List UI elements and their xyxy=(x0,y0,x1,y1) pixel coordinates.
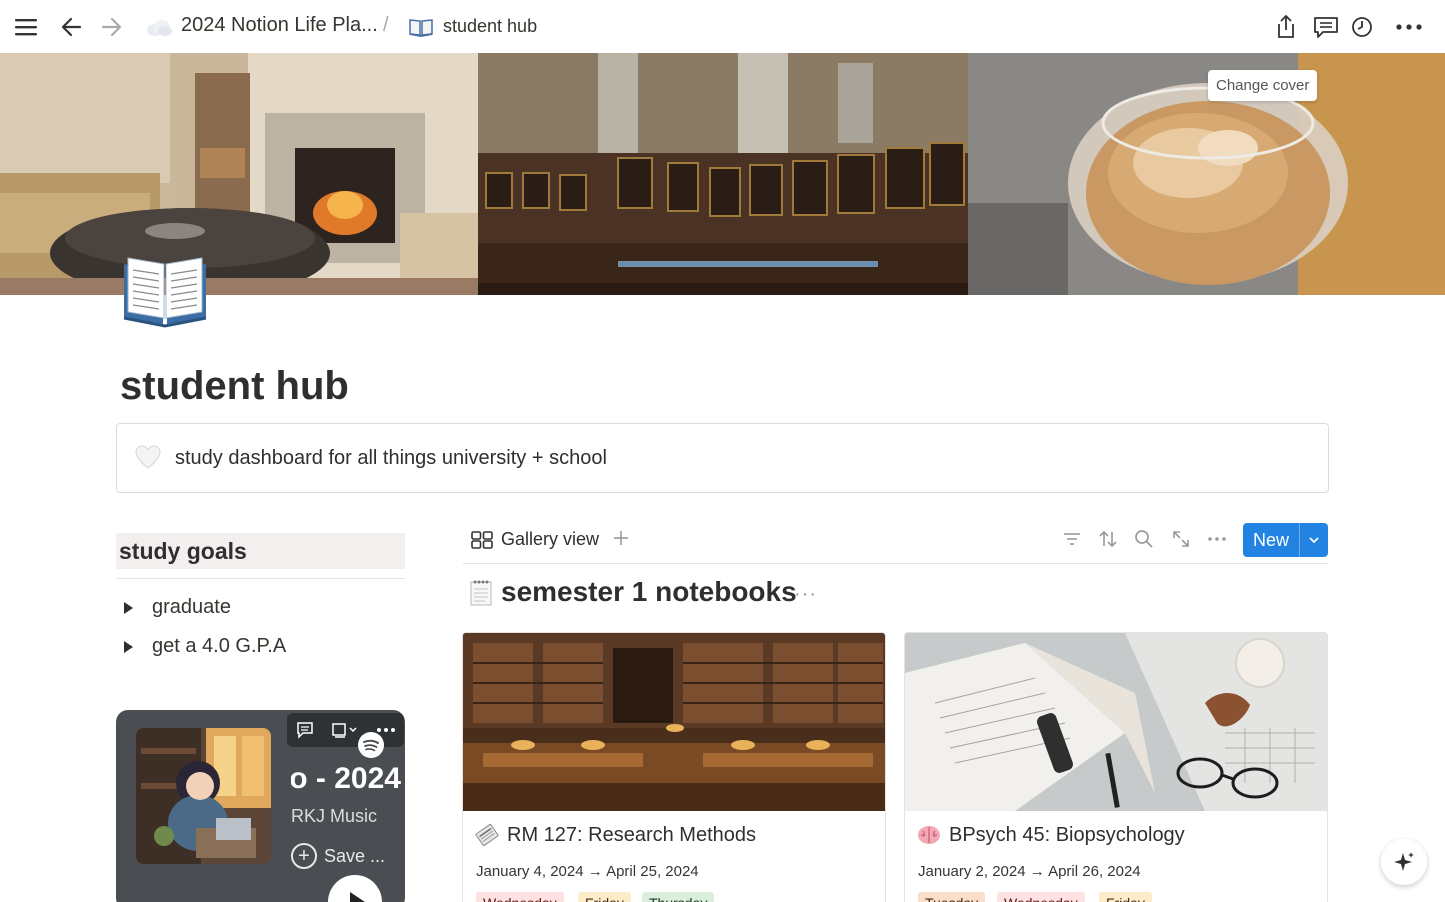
divider xyxy=(463,563,1328,564)
newspaper-icon xyxy=(475,823,499,847)
spotify-embed[interactable]: 2024 - Lo RKJ Music + Save ... xyxy=(116,710,405,902)
chevron-down-icon[interactable] xyxy=(1300,536,1328,544)
brain-icon xyxy=(918,826,940,844)
divider xyxy=(116,578,405,579)
study-goals-heading[interactable]: study goals xyxy=(116,533,405,569)
new-button[interactable]: New xyxy=(1243,523,1328,557)
white-heart-icon xyxy=(135,445,161,469)
card-title-text: RM 127: Research Methods xyxy=(507,823,757,846)
gallery-icon xyxy=(471,530,493,549)
database-title-text: semester 1 notebooks xyxy=(501,576,797,607)
cloud-icon xyxy=(145,13,173,41)
change-cover-button[interactable]: Change cover xyxy=(1208,70,1318,101)
tag-wednesday: Wednesday xyxy=(997,892,1085,902)
card-title[interactable]: RM 127: Research Methods xyxy=(475,823,756,847)
filter-icon[interactable] xyxy=(1062,529,1084,551)
tag-friday: Friday xyxy=(578,892,631,902)
more-icon[interactable] xyxy=(1395,13,1423,41)
add-view-icon[interactable] xyxy=(612,526,630,554)
callout-block[interactable]: study dashboard for all things universit… xyxy=(116,423,1329,493)
play-button[interactable] xyxy=(328,875,382,902)
tab-gallery-view[interactable]: Gallery view xyxy=(471,529,599,550)
save-label: Save ... xyxy=(324,845,386,866)
sparkle-icon xyxy=(1394,852,1414,871)
database-more-button[interactable]: ··· xyxy=(794,583,817,606)
share-icon[interactable] xyxy=(1272,13,1300,41)
tag-thursday: Thursday xyxy=(642,892,715,902)
cover-living-room xyxy=(0,53,478,295)
toggle-label: graduate xyxy=(152,596,231,618)
new-button-label[interactable]: New xyxy=(1243,530,1299,551)
top-bar: 2024 Notion Life Pla... / student hub xyxy=(0,0,1445,53)
menu-icon[interactable] xyxy=(12,13,40,41)
page-title[interactable]: student hub xyxy=(120,364,349,409)
gallery-card[interactable]: RM 127: Research Methods January 4, 2024… xyxy=(462,632,886,902)
breadcrumb-page[interactable]: student hub xyxy=(443,16,537,37)
toggle-arrow-icon[interactable] xyxy=(124,640,133,653)
card-date: January 4, 2024 → April 25, 2024 xyxy=(476,863,699,880)
database-title[interactable]: semester 1 notebooks xyxy=(469,576,797,608)
tag-wednesday: Wednesday xyxy=(476,892,564,902)
forward-arrow-icon[interactable] xyxy=(97,13,125,41)
comments-icon[interactable] xyxy=(1312,13,1340,41)
expand-icon[interactable] xyxy=(1171,529,1193,551)
breadcrumb-workspace[interactable]: 2024 Notion Life Pla... xyxy=(181,14,378,37)
toggle-label: get a 4.0 G.P.A xyxy=(152,635,287,657)
toggle-arrow-icon[interactable] xyxy=(124,601,133,614)
artist-name[interactable]: RKJ Music xyxy=(291,806,377,827)
caption-icon[interactable] xyxy=(331,721,359,739)
clock-icon[interactable] xyxy=(1348,13,1376,41)
breadcrumb-separator: / xyxy=(383,14,389,36)
tab-label: Gallery view xyxy=(501,529,600,549)
toggle-item-graduate[interactable]: graduate xyxy=(124,596,231,619)
card-cover-library xyxy=(463,633,885,811)
gallery-card[interactable]: BPsych 45: Biopsychology January 2, 2024… xyxy=(904,632,1328,902)
card-date: January 2, 2024 → April 26, 2024 xyxy=(918,863,1141,880)
embed-toolbar xyxy=(287,713,404,747)
cover-great-hall xyxy=(478,53,968,295)
open-book-icon[interactable] xyxy=(120,252,210,330)
tag-friday: Friday xyxy=(1099,892,1152,902)
save-button[interactable]: + Save ... xyxy=(291,843,385,869)
card-cover-planner xyxy=(905,633,1327,811)
callout-text: study dashboard for all things universit… xyxy=(175,446,607,469)
open-book-icon xyxy=(407,13,435,41)
comment-icon[interactable] xyxy=(296,721,314,739)
search-icon[interactable] xyxy=(1134,529,1156,551)
toggle-item-gpa[interactable]: get a 4.0 G.P.A xyxy=(124,635,286,658)
card-title-text: BPsych 45: Biopsychology xyxy=(949,823,1185,846)
more-icon[interactable] xyxy=(1207,529,1229,551)
notepad-icon xyxy=(470,580,492,606)
cover-iced-coffee xyxy=(968,53,1445,295)
track-title[interactable]: 2024 - Lo xyxy=(291,762,401,796)
sort-icon[interactable] xyxy=(1098,529,1120,551)
card-title[interactable]: BPsych 45: Biopsychology xyxy=(917,823,1185,847)
spotify-logo-icon xyxy=(358,732,384,758)
back-arrow-icon[interactable] xyxy=(58,13,86,41)
ai-assistant-button[interactable] xyxy=(1381,839,1427,885)
plus-icon: + xyxy=(291,843,317,869)
album-art xyxy=(136,728,271,864)
tag-tuesday: Tuesday xyxy=(918,892,986,902)
